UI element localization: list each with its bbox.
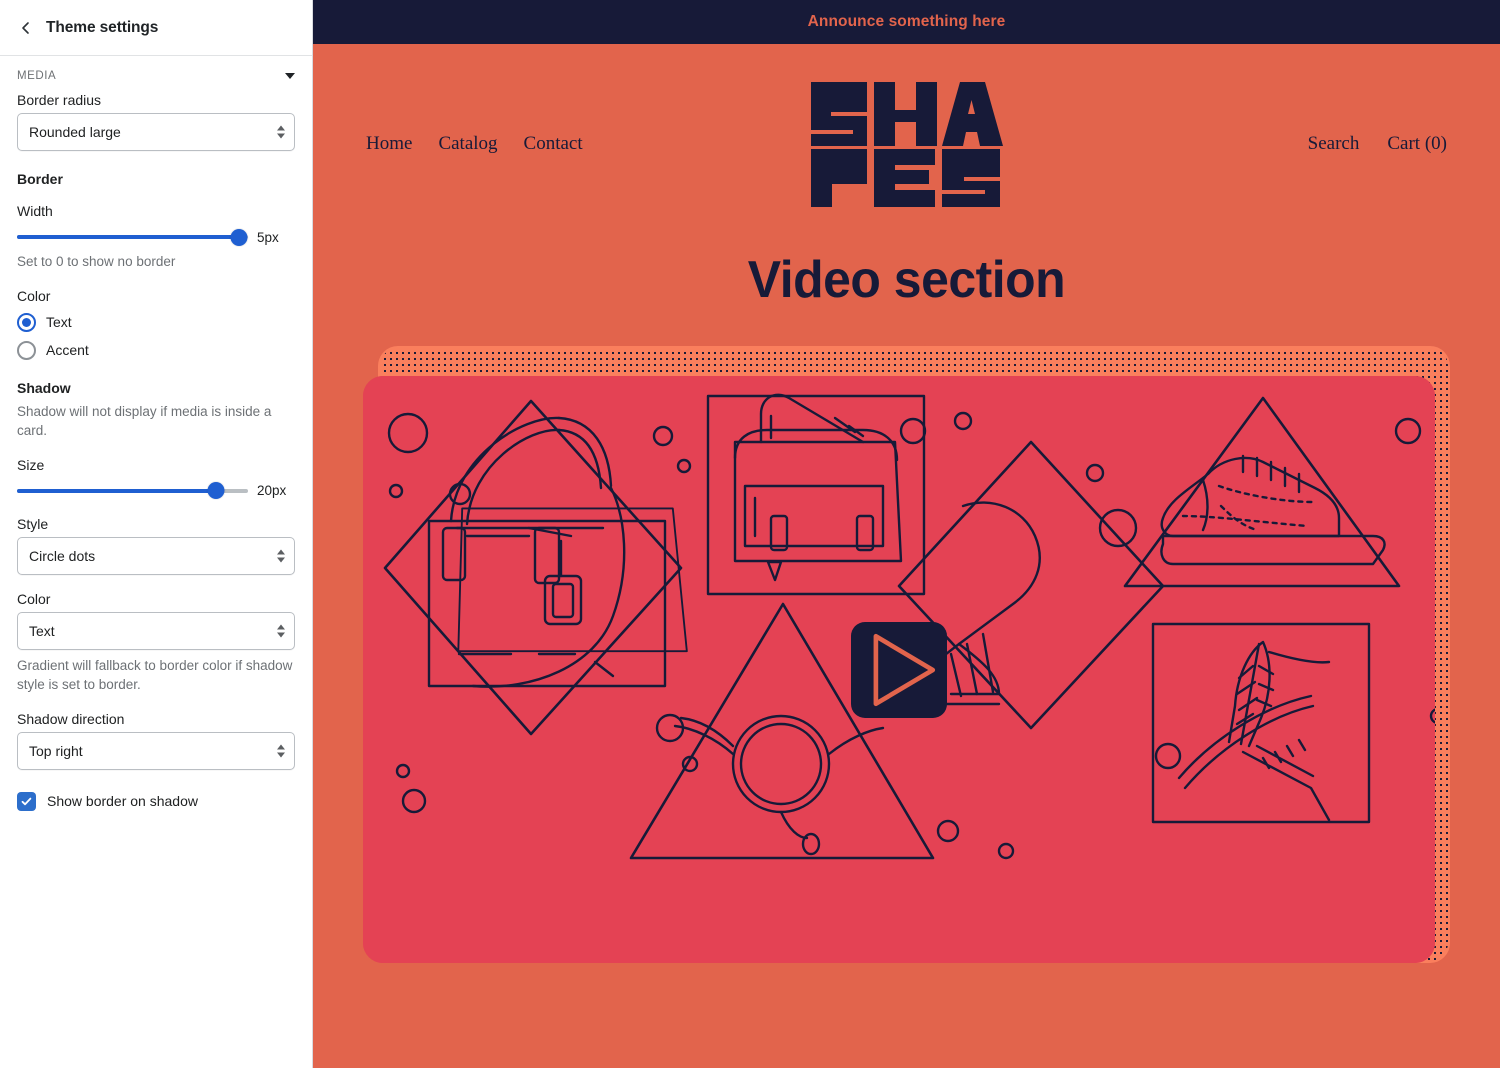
chevron-left-icon xyxy=(22,21,29,34)
utility-navigation: Search Cart (0) xyxy=(1308,133,1447,155)
border-color-option-accent-label: Accent xyxy=(46,342,89,359)
shadow-style-label: Style xyxy=(17,515,49,532)
back-button[interactable] xyxy=(12,14,40,42)
select-arrows-icon xyxy=(277,624,285,638)
shadow-size-slider[interactable] xyxy=(17,482,248,500)
shadow-direction-value: Top right xyxy=(29,742,83,759)
border-heading: Border xyxy=(17,171,63,187)
border-width-label: Width xyxy=(17,203,53,219)
page-title: Theme settings xyxy=(46,18,159,36)
border-width-hint: Set to 0 to show no border xyxy=(17,254,176,269)
shadow-heading: Shadow xyxy=(17,379,71,396)
shadow-hint: Shadow will not display if media is insi… xyxy=(17,403,272,439)
border-color-option-text[interactable]: Text xyxy=(17,312,295,332)
select-arrows-icon xyxy=(277,125,285,139)
play-button[interactable] xyxy=(851,621,947,718)
video-media-card[interactable] xyxy=(363,376,1435,963)
check-icon xyxy=(21,797,32,806)
play-triangle-icon xyxy=(873,633,936,706)
select-arrows-icon xyxy=(277,549,285,563)
slider-fill xyxy=(17,488,216,493)
main-navigation: Home Catalog Contact xyxy=(366,133,583,155)
show-border-on-shadow-row[interactable]: Show border on shadow xyxy=(17,791,295,811)
section-title: Video section xyxy=(747,251,1066,309)
theme-preview: Announce something here Home Catalog Con… xyxy=(313,0,1500,1068)
select-arrows-icon xyxy=(277,744,285,758)
shapes-logo-icon xyxy=(810,82,1003,207)
border-radius-label: Border radius xyxy=(17,92,102,108)
border-color-label: Color xyxy=(17,287,51,304)
sidebar-body: MEDIA Border radius Rounded large Border… xyxy=(0,56,312,1068)
border-width-slider[interactable] xyxy=(17,228,248,246)
border-radius-select[interactable]: Rounded large xyxy=(17,113,295,151)
shadow-color-label: Color xyxy=(17,590,51,607)
slider-knob[interactable] xyxy=(207,482,225,500)
video-media-wrapper xyxy=(363,346,1450,966)
section-label-media: MEDIA xyxy=(17,70,57,82)
shadow-color-hint: Gradient will fallback to border color i… xyxy=(17,657,293,693)
nav-item-catalog[interactable]: Catalog xyxy=(438,133,497,155)
nav-item-contact[interactable]: Contact xyxy=(524,133,583,155)
caret-down-icon[interactable] xyxy=(285,73,295,79)
site-header: Home Catalog Contact Search Cart (0) xyxy=(313,44,1500,244)
slider-fill xyxy=(17,235,239,239)
nav-item-home[interactable]: Home xyxy=(366,133,412,155)
slider-knob[interactable] xyxy=(230,228,248,246)
checkbox-checked-icon[interactable] xyxy=(17,791,36,811)
shadow-style-select[interactable]: Circle dots xyxy=(17,536,295,575)
border-color-option-accent[interactable]: Accent xyxy=(17,340,295,360)
shadow-direction-select[interactable]: Top right xyxy=(17,731,295,770)
show-border-on-shadow-label: Show border on shadow xyxy=(47,793,198,810)
shadow-color-select[interactable]: Text xyxy=(17,611,295,650)
border-width-slider-row: 5px xyxy=(17,228,295,246)
shadow-color-value: Text xyxy=(29,622,55,639)
announcement-text: Announce something here xyxy=(807,13,1006,30)
border-width-value: 5px xyxy=(257,229,279,245)
shadow-size-value: 20px xyxy=(257,483,287,499)
shadow-style-value: Circle dots xyxy=(29,547,96,564)
theme-settings-sidebar: Theme settings MEDIA Border radius Round… xyxy=(0,0,313,1068)
cart-link[interactable]: Cart (0) xyxy=(1387,133,1447,155)
section-header-media[interactable]: MEDIA xyxy=(17,70,295,82)
announcement-bar[interactable]: Announce something here xyxy=(313,0,1500,44)
shadow-size-label: Size xyxy=(17,456,45,473)
sidebar-header: Theme settings xyxy=(0,0,312,56)
border-color-option-text-label: Text xyxy=(46,314,72,331)
shadow-direction-label: Shadow direction xyxy=(17,710,125,727)
radio-text-icon[interactable] xyxy=(17,312,36,332)
app-root: Theme settings MEDIA Border radius Round… xyxy=(0,0,1500,1068)
search-link[interactable]: Search xyxy=(1308,133,1360,155)
shadow-size-slider-row: 20px xyxy=(17,482,295,500)
shapes-logo[interactable] xyxy=(809,80,1005,209)
border-radius-value: Rounded large xyxy=(29,124,121,140)
radio-accent-icon[interactable] xyxy=(17,340,36,360)
